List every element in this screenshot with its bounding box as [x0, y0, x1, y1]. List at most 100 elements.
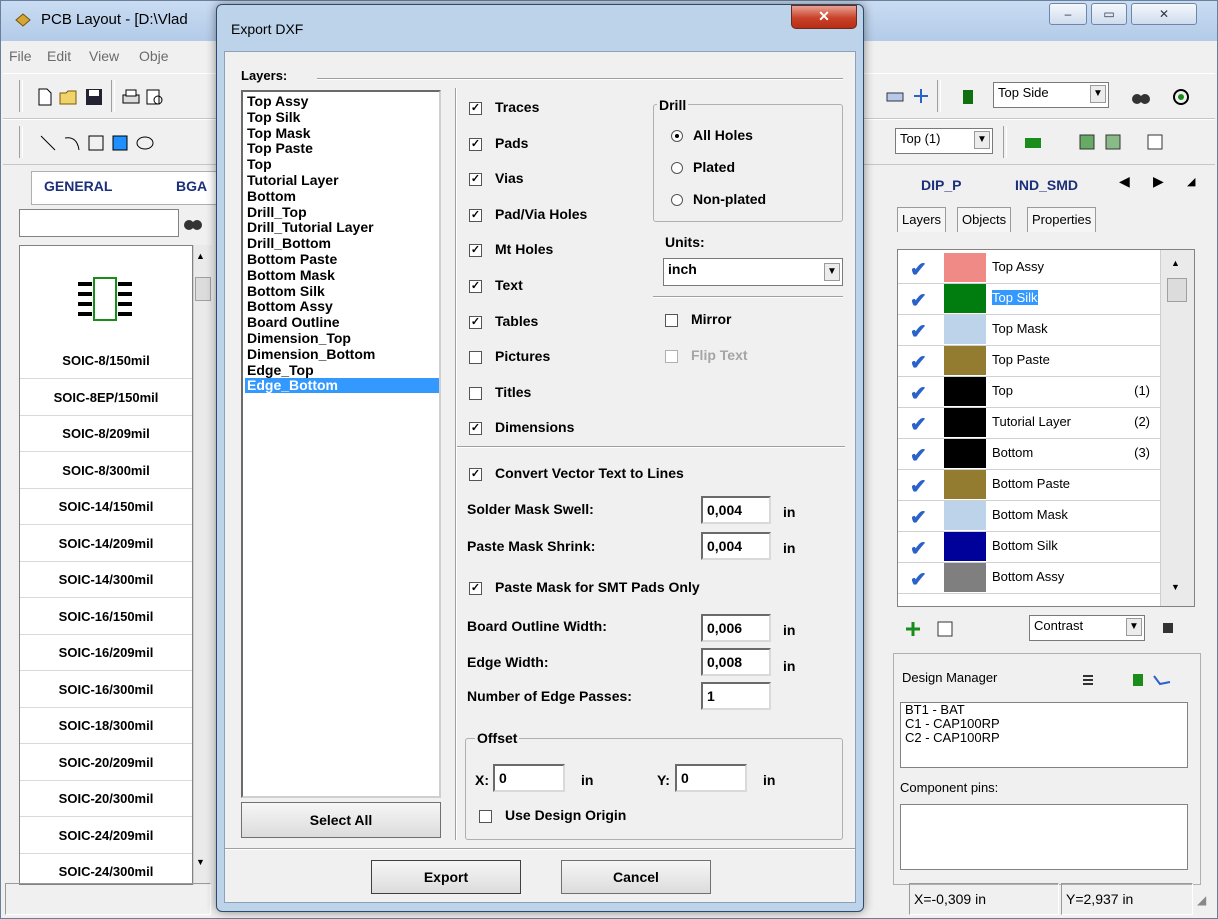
minimize-button[interactable]: –	[1049, 3, 1087, 25]
library-search-input[interactable]	[19, 209, 179, 237]
tab-dip-p[interactable]: DIP_P	[921, 177, 961, 193]
library-item[interactable]: SOIC-24/300mil	[20, 855, 192, 884]
checkbox-titles[interactable]	[469, 386, 482, 400]
convert-vector-text-checkbox[interactable]: ✓	[469, 468, 482, 481]
checkbox-pads[interactable]: ✓	[469, 137, 482, 151]
layer-list-item[interactable]: Top Assy	[245, 94, 439, 109]
resize-grip-icon[interactable]: ◢	[1197, 893, 1206, 907]
units-select[interactable]: inch ▼	[663, 258, 843, 286]
layer-list-item[interactable]: Top Silk	[245, 109, 439, 125]
autoroute-icon[interactable]	[1103, 132, 1123, 152]
route-icon[interactable]	[1077, 132, 1097, 152]
visible-check-icon[interactable]: ✔	[910, 319, 927, 344]
scroll-up-icon[interactable]: ▲	[196, 251, 205, 261]
offset-y-input[interactable]: 0	[675, 764, 747, 792]
layer-color-swatch[interactable]	[944, 253, 986, 282]
board-icon[interactable]	[1023, 134, 1043, 152]
component-pins-list[interactable]	[900, 804, 1188, 870]
library-item[interactable]: SOIC-18/300mil	[20, 709, 192, 744]
find-icon[interactable]	[183, 215, 203, 231]
layer-list-item[interactable]: Top Mask	[245, 125, 439, 141]
layer-row[interactable]: ✔ Bottom Assy	[898, 563, 1160, 594]
menu-edit[interactable]: Edit	[47, 48, 71, 64]
radio-non-plated[interactable]	[671, 194, 683, 206]
find-icon[interactable]	[1131, 88, 1151, 106]
visible-check-icon[interactable]: ✔	[910, 505, 927, 530]
layer-list-item[interactable]: Dimension_Bottom	[245, 346, 439, 362]
solder-mask-swell-input[interactable]: 0,004	[701, 496, 771, 524]
add-layer-icon[interactable]	[903, 619, 923, 639]
visible-check-icon[interactable]: ✔	[910, 350, 927, 375]
save-icon[interactable]	[85, 88, 103, 106]
visible-check-icon[interactable]: ✔	[910, 412, 927, 437]
layer-list-item[interactable]: Top Paste	[245, 141, 439, 156]
layer-list-item[interactable]: Bottom Assy	[245, 299, 439, 314]
layer-row[interactable]: ✔ Top Assy	[898, 253, 1160, 284]
tab-menu-icon[interactable]: ◢	[1187, 175, 1195, 188]
list-icon[interactable]	[1080, 672, 1096, 688]
layer-color-swatch[interactable]	[944, 532, 986, 561]
layer-color-swatch[interactable]	[944, 377, 986, 406]
checkbox-vias[interactable]: ✓	[469, 173, 482, 187]
maximize-button[interactable]: ▭	[1091, 3, 1127, 25]
scroll-thumb[interactable]	[1167, 278, 1187, 302]
visible-check-icon[interactable]: ✔	[910, 288, 927, 313]
arc-tool-icon[interactable]	[63, 134, 81, 152]
layer-row[interactable]: ✔ Tutorial Layer (2)	[898, 408, 1160, 439]
flip-text-checkbox[interactable]	[665, 350, 678, 363]
tab-objects[interactable]: Objects	[957, 207, 1012, 232]
visible-check-icon[interactable]: ✔	[910, 381, 927, 406]
scroll-thumb[interactable]	[195, 277, 211, 301]
library-item[interactable]: SOIC-8/150mil	[20, 344, 192, 379]
layer-row[interactable]: ✔ Bottom Silk	[898, 532, 1160, 563]
layer-color-swatch[interactable]	[944, 346, 986, 375]
list-item[interactable]: C1 - CAP100RP	[901, 717, 1187, 731]
layer-list-item[interactable]: Tutorial Layer	[245, 173, 439, 188]
edge-width-input[interactable]: 0,008	[701, 648, 771, 676]
library-item[interactable]: SOIC-16/300mil	[20, 673, 192, 708]
tab-properties[interactable]: Properties	[1027, 207, 1097, 232]
layer-list-item[interactable]: Edge_Top	[245, 362, 439, 378]
layer-tool-icon[interactable]	[885, 88, 905, 106]
menu-view[interactable]: View	[89, 48, 119, 64]
offset-x-input[interactable]: 0	[493, 764, 565, 792]
radio-all-holes[interactable]	[671, 130, 683, 142]
print-icon[interactable]	[121, 88, 141, 106]
visible-check-icon[interactable]: ✔	[910, 257, 927, 282]
layer-color-swatch[interactable]	[944, 408, 986, 437]
checkbox-text[interactable]: ✓	[469, 280, 482, 293]
net-icon[interactable]	[1152, 672, 1172, 688]
layer-list-item[interactable]: Bottom	[245, 188, 439, 204]
layer-color-swatch[interactable]	[944, 315, 986, 344]
radio-plated[interactable]	[671, 162, 683, 174]
layer-color-swatch[interactable]	[944, 501, 986, 530]
layer-select[interactable]: Top (1) ▼	[895, 128, 993, 154]
checkbox-pictures[interactable]	[469, 351, 482, 365]
visible-check-icon[interactable]: ✔	[910, 474, 927, 499]
board-outline-width-input[interactable]: 0,006	[701, 614, 771, 642]
layer-list-item[interactable]: Bottom Paste	[245, 252, 439, 267]
tab-scroll-right-icon[interactable]: ▶	[1153, 173, 1164, 190]
component-icon[interactable]	[1130, 672, 1146, 688]
library-scrollbar[interactable]: ▲ ▼	[193, 245, 212, 885]
tab-ind-smd[interactable]: IND_SMD	[1015, 177, 1078, 193]
library-item[interactable]: SOIC-24/209mil	[20, 819, 192, 854]
library-item[interactable]: SOIC-16/209mil	[20, 636, 192, 671]
close-icon[interactable]: ✕	[791, 5, 857, 29]
checkbox-tables[interactable]: ✓	[469, 315, 482, 329]
library-item[interactable]: SOIC-14/300mil	[20, 563, 192, 598]
close-main-button[interactable]: ✕	[1131, 3, 1197, 25]
visible-check-icon[interactable]: ✔	[910, 536, 927, 561]
layer-row[interactable]: ✔ Bottom Paste	[898, 470, 1160, 501]
layer-list-item[interactable]: Bottom Silk	[245, 283, 439, 299]
scroll-up-icon[interactable]: ▲	[1171, 258, 1180, 268]
mirror-checkbox[interactable]	[665, 314, 678, 327]
layer-color-swatch[interactable]	[944, 470, 986, 499]
layers-listbox[interactable]: Top Assy Top Silk Top Mask Top Paste Top Tuto…	[241, 90, 441, 798]
visible-check-icon[interactable]: ✔	[910, 567, 927, 592]
layer-row[interactable]: ✔ Bottom (3)	[898, 439, 1160, 470]
target-icon[interactable]	[1171, 88, 1191, 106]
use-design-origin-checkbox[interactable]	[479, 810, 492, 823]
line-tool-icon[interactable]	[39, 134, 57, 152]
layer-list-item[interactable]: Top	[245, 157, 439, 172]
